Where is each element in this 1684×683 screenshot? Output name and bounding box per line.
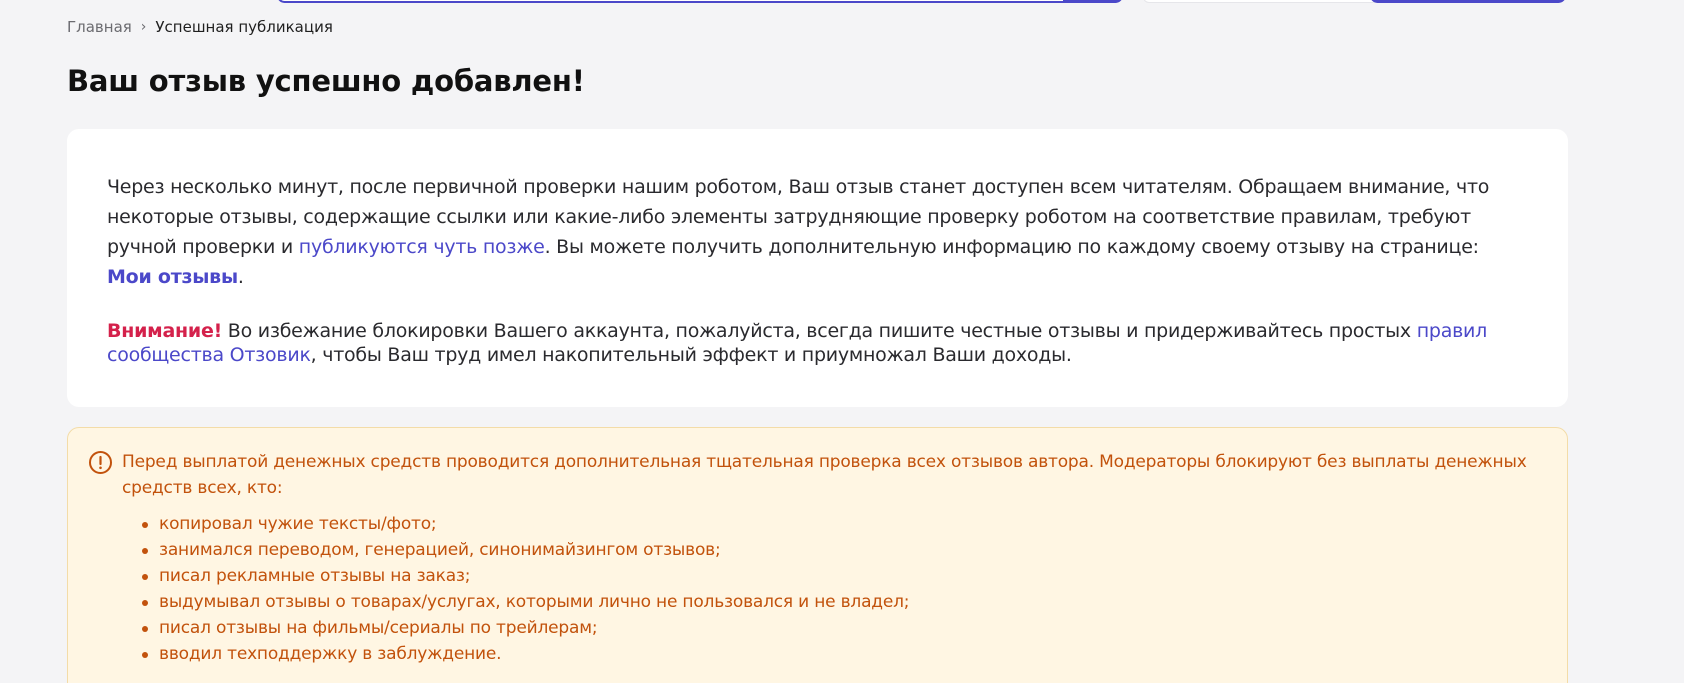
alert-text: Перед выплатой денежных средств проводит… <box>122 452 1527 498</box>
info-text-end: . <box>237 266 244 288</box>
info-text-2: . Вы можете получить дополнительную инфо… <box>544 236 1479 258</box>
header-select[interactable] <box>1143 0 1379 3</box>
payout-alert: Перед выплатой денежных средств проводит… <box>67 427 1568 683</box>
alert-list-item: выдумывал отзывы о товарах/услугах, кото… <box>142 589 1547 615</box>
warning-text-1: Во избежание блокировки Вашего аккаунта,… <box>222 320 1417 342</box>
alert-list-item: писал рекламные отзывы на заказ; <box>142 563 1547 589</box>
alert-list-item: копировал чужие тексты/фото; <box>142 511 1547 537</box>
alert-list-item: вводил техподдержку в заблуждение. <box>142 641 1547 667</box>
alert-list-item: занимался переводом, генерацией, синоним… <box>142 537 1547 563</box>
header-action-button[interactable] <box>1370 0 1566 3</box>
breadcrumb: Главная › Успешная публикация <box>67 18 333 36</box>
info-card: Через несколько минут, после первичной п… <box>67 129 1568 407</box>
info-paragraph-1: Через несколько минут, после первичной п… <box>107 172 1528 292</box>
page-title: Ваш отзыв успешно добавлен! <box>67 64 585 98</box>
breadcrumb-current: Успешная публикация <box>155 18 333 36</box>
header-search-input[interactable] <box>277 0 1122 3</box>
exclamation-circle-icon <box>88 450 113 475</box>
header-search-button[interactable] <box>1063 0 1123 3</box>
page: Главная › Успешная публикация Ваш отзыв … <box>0 0 1684 683</box>
breadcrumb-home-link[interactable]: Главная <box>67 18 132 36</box>
breadcrumb-separator: › <box>140 19 147 35</box>
warning-label: Внимание! <box>107 320 223 342</box>
alert-list: копировал чужие тексты/фото; занимался п… <box>88 511 1547 667</box>
publish-later-link[interactable]: публикуются чуть позже <box>299 236 545 258</box>
alert-head: Перед выплатой денежных средств проводит… <box>88 449 1547 501</box>
warning-text-2: , чтобы Ваш труд имел накопительный эффе… <box>310 344 1072 366</box>
info-paragraph-2: Внимание! Во избежание блокировки Вашего… <box>107 319 1528 367</box>
alert-list-item: писал отзывы на фильмы/сериалы по трейле… <box>142 615 1547 641</box>
my-reviews-link[interactable]: Мои отзывы <box>107 266 238 288</box>
